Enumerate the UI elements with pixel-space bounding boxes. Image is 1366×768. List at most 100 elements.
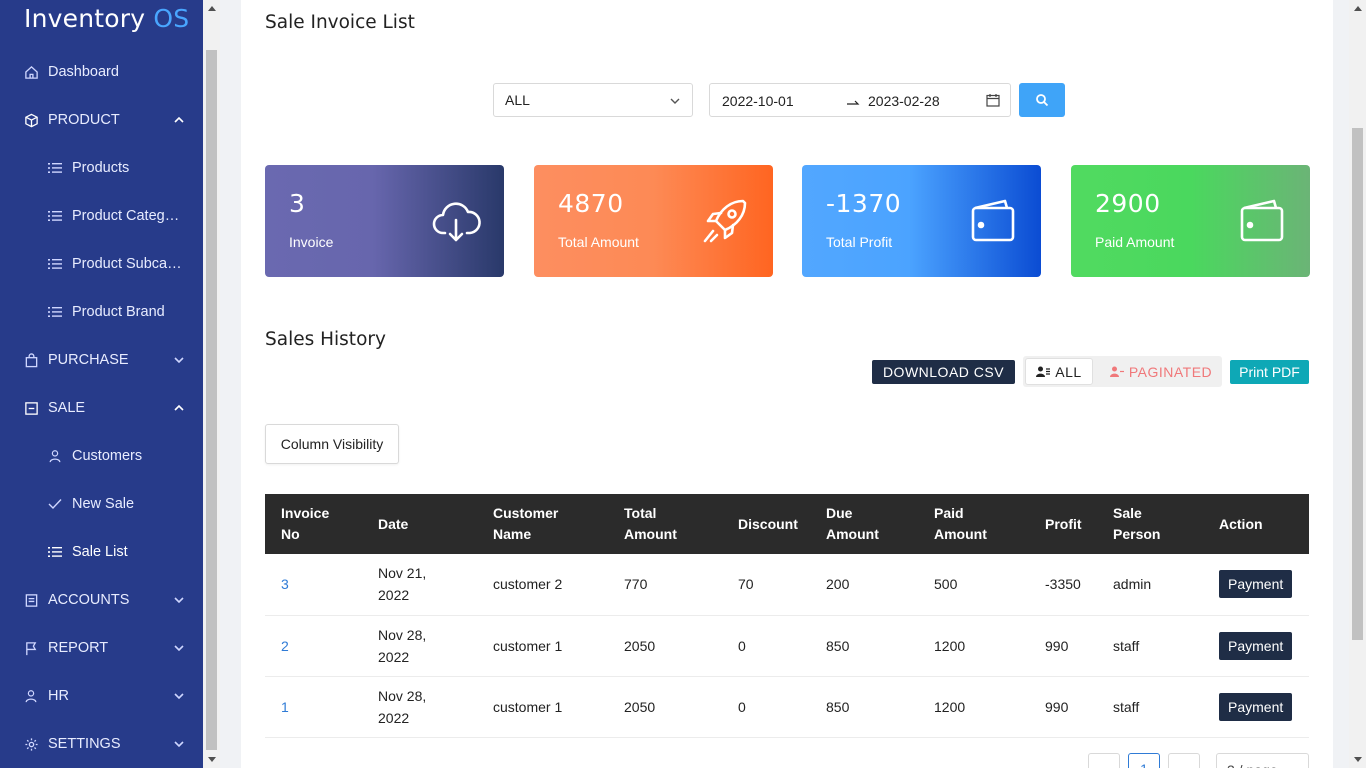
column-header-due-amount[interactable]: Due Amount bbox=[810, 494, 918, 554]
user-icon bbox=[23, 688, 39, 704]
main-content: Sale Invoice List ALL 2022-10-01 2023-02… bbox=[241, 0, 1333, 768]
sidebar-item-label: Product Category bbox=[72, 208, 184, 224]
payment-button[interactable]: Payment bbox=[1219, 631, 1293, 660]
download-csv-button[interactable]: DOWNLOAD CSV bbox=[872, 360, 1015, 384]
sidebar-item-purchase[interactable]: PURCHASE bbox=[0, 336, 203, 384]
pagination-prev-button[interactable] bbox=[1088, 753, 1120, 768]
list-icon bbox=[47, 160, 63, 176]
sidebar-item-sale-list[interactable]: Sale List bbox=[0, 528, 203, 576]
arrow-right-icon bbox=[847, 100, 860, 105]
cell-discount: 0 bbox=[722, 676, 810, 738]
sidebar-item-report[interactable]: REPORT bbox=[0, 624, 203, 672]
pagination-next-button[interactable] bbox=[1168, 753, 1200, 768]
cell-total: 2050 bbox=[608, 676, 722, 738]
cell-date: Nov 21, 2022 bbox=[362, 554, 477, 616]
table-row: 1 Nov 28, 2022 customer 1 2050 0 850 1200… bbox=[265, 676, 1309, 738]
section-title: Sales History bbox=[265, 329, 386, 350]
scroll-down-arrow-icon[interactable] bbox=[1354, 757, 1362, 762]
date-to-input[interactable]: 2023-02-28 bbox=[868, 93, 940, 109]
user-minus-icon bbox=[1109, 366, 1124, 377]
scroll-up-arrow-icon[interactable] bbox=[208, 6, 216, 11]
scroll-up-arrow-icon[interactable] bbox=[1354, 6, 1362, 11]
sidebar-item-label: HR bbox=[48, 688, 69, 704]
stat-value: 4870 bbox=[558, 189, 624, 218]
cell-paid: 500 bbox=[918, 554, 1029, 616]
date-range-picker[interactable]: 2022-10-01 2023-02-28 bbox=[709, 83, 1011, 117]
chevron-down-icon bbox=[174, 693, 184, 700]
invoice-link[interactable]: 1 bbox=[265, 676, 362, 738]
scrollbar-thumb[interactable] bbox=[206, 50, 217, 750]
scrollbar-thumb[interactable] bbox=[1352, 128, 1363, 640]
filter-select[interactable]: ALL bbox=[493, 83, 693, 117]
cell-customer: customer 2 bbox=[477, 554, 608, 616]
scroll-down-arrow-icon[interactable] bbox=[208, 757, 216, 762]
minus-square-icon bbox=[23, 400, 39, 416]
list-icon bbox=[47, 208, 63, 224]
column-header-action: Action bbox=[1219, 515, 1263, 532]
column-header-sale-person[interactable]: Sale Person bbox=[1097, 494, 1203, 554]
sidebar-item-product-subcategory[interactable]: Product Subcategory bbox=[0, 240, 203, 288]
column-header-invoice-no[interactable]: Invoice No bbox=[265, 494, 362, 554]
sidebar-item-new-sale[interactable]: New Sale bbox=[0, 480, 203, 528]
wallet-icon bbox=[971, 199, 1015, 242]
invoice-link[interactable]: 2 bbox=[265, 615, 362, 677]
invoice-link[interactable]: 3 bbox=[265, 554, 362, 616]
cell-sale-person: staff bbox=[1097, 676, 1203, 738]
sidebar-item-product-brand[interactable]: Product Brand bbox=[0, 288, 203, 336]
sidebar-item-hr[interactable]: HR bbox=[0, 672, 203, 720]
payment-button[interactable]: Payment bbox=[1219, 692, 1293, 721]
sidebar-item-label: Product Subcategory bbox=[72, 256, 184, 272]
sidebar-item-customers[interactable]: Customers bbox=[0, 432, 203, 480]
search-icon bbox=[1036, 94, 1049, 107]
payment-button[interactable]: Payment bbox=[1219, 570, 1293, 599]
column-header-paid-amount[interactable]: Paid Amount bbox=[918, 494, 1029, 554]
sidebar-scrollbar[interactable] bbox=[203, 0, 220, 768]
sidebar-item-product-category[interactable]: Product Category bbox=[0, 192, 203, 240]
column-visibility-button[interactable]: Column Visibility bbox=[265, 424, 399, 464]
sidebar-item-sale[interactable]: SALE bbox=[0, 384, 203, 432]
cell-discount: 70 bbox=[722, 554, 810, 616]
page-scrollbar[interactable] bbox=[1349, 0, 1366, 768]
sidebar-item-products[interactable]: Products bbox=[0, 144, 203, 192]
column-header-customer-name[interactable]: Customer Name bbox=[477, 494, 608, 554]
chevron-down-icon bbox=[174, 741, 184, 748]
calendar-icon bbox=[986, 94, 1000, 107]
cube-icon bbox=[23, 112, 39, 128]
stat-caption: Total Amount bbox=[558, 234, 639, 250]
column-header-profit[interactable]: Profit bbox=[1029, 494, 1097, 554]
cell-customer: customer 1 bbox=[477, 676, 608, 738]
stat-value: -1370 bbox=[826, 189, 902, 218]
chevron-down-icon bbox=[174, 645, 184, 652]
sidebar-item-label: PRODUCT bbox=[48, 112, 120, 128]
column-header-discount[interactable]: Discount bbox=[722, 494, 810, 554]
pagination-page-1[interactable]: 1 bbox=[1128, 753, 1160, 768]
search-button[interactable] bbox=[1019, 83, 1065, 117]
print-pdf-button[interactable]: Print PDF bbox=[1230, 360, 1309, 384]
sidebar-item-accounts[interactable]: ACCOUNTS bbox=[0, 576, 203, 624]
stat-caption: Paid Amount bbox=[1095, 234, 1175, 250]
cell-date: Nov 28, 2022 bbox=[362, 615, 477, 677]
chevron-up-icon bbox=[174, 404, 184, 411]
date-from-input[interactable]: 2022-10-01 bbox=[722, 93, 794, 109]
sidebar-item-dashboard[interactable]: Dashboard bbox=[0, 48, 203, 96]
sidebar: Inventory OS Dashboard PRODUCT Products … bbox=[0, 0, 203, 768]
view-paginated-label: PAGINATED bbox=[1128, 363, 1213, 380]
stat-value: 2900 bbox=[1095, 189, 1161, 218]
gear-icon bbox=[23, 736, 39, 752]
sidebar-item-product[interactable]: PRODUCT bbox=[0, 96, 203, 144]
sidebar-item-label: REPORT bbox=[48, 640, 109, 656]
view-all-button[interactable]: ALL bbox=[1025, 358, 1093, 385]
view-paginated-button[interactable]: PAGINATED bbox=[1101, 358, 1221, 385]
column-header-total-amount[interactable]: Total Amount bbox=[608, 494, 722, 554]
column-header-date[interactable]: Date bbox=[362, 494, 477, 554]
cell-date: Nov 28, 2022 bbox=[362, 676, 477, 738]
stat-value: 3 bbox=[289, 189, 306, 218]
cell-sale-person: staff bbox=[1097, 615, 1203, 677]
cell-customer: customer 1 bbox=[477, 615, 608, 677]
bag-icon bbox=[23, 352, 39, 368]
cell-paid: 1200 bbox=[918, 676, 1029, 738]
app-logo[interactable]: Inventory OS bbox=[24, 4, 189, 33]
sidebar-item-settings[interactable]: SETTINGS bbox=[0, 720, 203, 768]
chevron-down-icon bbox=[174, 357, 184, 364]
page-size-select[interactable]: 3 / page bbox=[1216, 753, 1309, 768]
